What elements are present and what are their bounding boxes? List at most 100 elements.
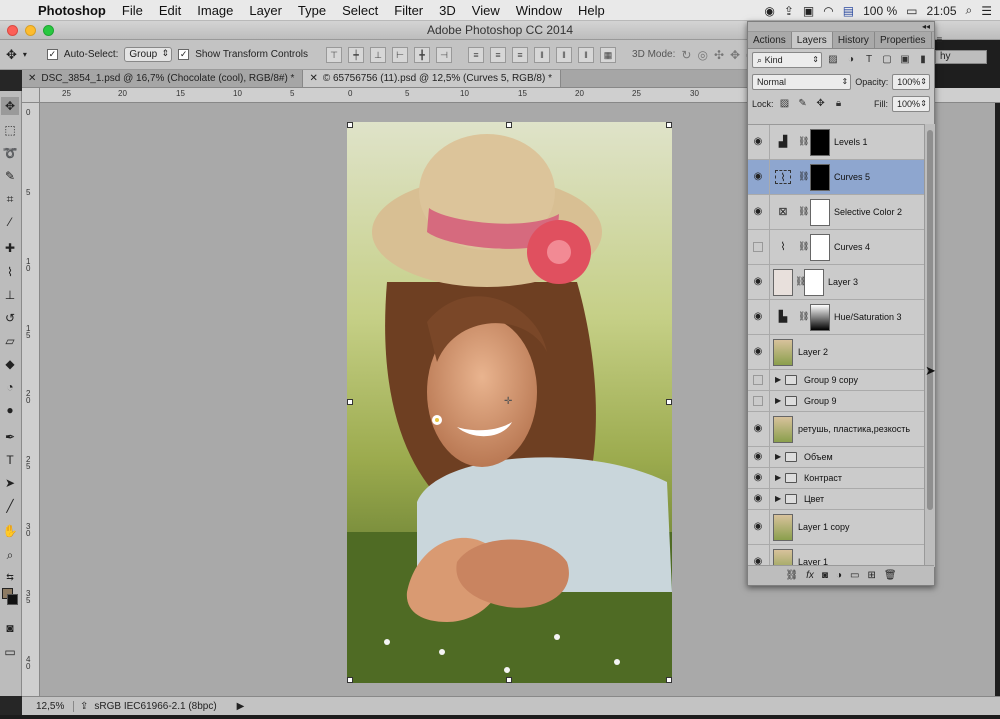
auto-select-dropdown[interactable]: Group xyxy=(124,47,173,62)
zoom-level[interactable]: 12,5% xyxy=(22,700,74,712)
tab-actions[interactable]: Actions xyxy=(748,32,792,48)
visibility-eye-icon[interactable]: ◉ xyxy=(751,276,765,288)
menu-file[interactable]: File xyxy=(114,3,151,18)
scrollbar-thumb[interactable] xyxy=(927,130,933,510)
align-left-icon[interactable]: ⊢ xyxy=(392,46,409,63)
move-tool-icon[interactable]: ✥ xyxy=(1,97,19,115)
new-layer-icon[interactable]: ⊞ xyxy=(867,570,875,581)
visibility-toggle-empty[interactable] xyxy=(753,242,763,252)
layer-row[interactable]: ◉ Layer 1 copy xyxy=(748,510,924,545)
close-icon[interactable]: ✕ xyxy=(309,73,317,84)
align-vertical-center-icon[interactable]: ┿ xyxy=(348,46,365,63)
clock[interactable]: 21:05 xyxy=(926,4,956,18)
fill-field[interactable]: 100% xyxy=(892,96,930,112)
layer-row[interactable]: ◉ ▟ ⛓ Levels 1 xyxy=(748,125,924,160)
layer-thumbnail[interactable] xyxy=(773,416,793,443)
visibility-eye-icon[interactable]: ◉ xyxy=(751,171,765,183)
menu-edit[interactable]: Edit xyxy=(151,3,189,18)
opacity-field[interactable]: 100% xyxy=(892,74,930,90)
align-horizontal-center-icon[interactable]: ╋ xyxy=(414,46,431,63)
layer-thumbnail[interactable] xyxy=(773,514,793,541)
layer-mask-thumbnail[interactable] xyxy=(810,234,830,261)
transform-handle[interactable] xyxy=(347,677,353,683)
hand-tool-icon[interactable]: ✋ xyxy=(1,522,19,540)
filter-adjustment-icon[interactable]: ◑ xyxy=(844,53,858,67)
transform-handle[interactable] xyxy=(666,677,672,683)
menu-filter[interactable]: Filter xyxy=(386,3,431,18)
close-icon[interactable]: ✕ xyxy=(28,73,36,84)
visibility-eye-icon[interactable]: ◉ xyxy=(751,311,765,323)
layer-thumbnail[interactable] xyxy=(773,269,793,296)
tab-history[interactable]: History xyxy=(833,32,875,48)
transform-center-icon[interactable]: ✛ xyxy=(504,397,514,407)
visibility-eye-icon[interactable]: ◉ xyxy=(751,136,765,148)
filter-shape-icon[interactable]: ▢ xyxy=(880,53,894,67)
path-selection-tool-icon[interactable]: ➤ xyxy=(1,474,19,492)
tab-layers[interactable]: Layers xyxy=(791,32,833,48)
collapse-icon[interactable]: ◂◂ xyxy=(922,22,930,31)
visibility-eye-icon[interactable]: ◉ xyxy=(751,206,765,218)
move-tool-preset-icon[interactable]: ✥ xyxy=(6,47,17,63)
expand-arrow-icon[interactable]: ▶ xyxy=(775,473,781,482)
zoom-tool-icon[interactable]: ⌕ xyxy=(1,546,19,564)
menu-type[interactable]: Type xyxy=(290,3,334,18)
distribute-bottom-icon[interactable]: ≡ xyxy=(512,46,529,63)
align-top-icon[interactable]: ⊤ xyxy=(326,46,343,63)
3d-roll-icon[interactable]: ◎ xyxy=(697,48,707,62)
transform-handle[interactable] xyxy=(347,122,353,128)
share-icon[interactable]: ⇪ xyxy=(784,4,794,18)
flag-icon[interactable]: ▤ xyxy=(843,4,854,18)
new-adjustment-layer-icon[interactable]: ◑ xyxy=(836,570,842,581)
transform-handle[interactable] xyxy=(347,399,353,405)
layer-group-row[interactable]: ◉ ▶ Цвет xyxy=(748,489,924,510)
delete-layer-icon[interactable]: 🗑︎ xyxy=(884,570,897,581)
layer-row[interactable]: ◉ ▙ ⛓ Hue/Saturation 3 xyxy=(748,300,924,335)
menu-select[interactable]: Select xyxy=(334,3,386,18)
menu-image[interactable]: Image xyxy=(189,3,241,18)
menu-3d[interactable]: 3D xyxy=(431,3,464,18)
new-group-icon[interactable]: ▭ xyxy=(850,570,859,581)
status-menu-arrow-icon[interactable]: ▶ xyxy=(237,701,245,712)
auto-align-icon[interactable]: ▦ xyxy=(600,46,617,63)
transform-handle[interactable] xyxy=(666,399,672,405)
healing-brush-tool-icon[interactable]: ✚ xyxy=(1,239,19,257)
share-icon[interactable]: ⇪ xyxy=(80,701,88,712)
wifi-icon[interactable]: ◠ xyxy=(823,4,833,18)
transform-handle[interactable] xyxy=(506,677,512,683)
notification-center-icon[interactable]: ☰ xyxy=(981,4,992,18)
filter-type-icon[interactable]: T xyxy=(862,53,876,67)
kind-filter-dropdown[interactable]: ⌕ Kind xyxy=(752,52,822,68)
screen-mode-icon[interactable]: ▭ xyxy=(1,643,19,661)
visibility-eye-icon[interactable]: ◉ xyxy=(751,493,765,505)
expand-arrow-icon[interactable]: ▶ xyxy=(775,375,781,384)
crop-tool-icon[interactable]: ⌗ xyxy=(1,190,19,208)
layer-row[interactable]: ◉ ретушь, пластика,резкость xyxy=(748,412,924,447)
layer-mask-thumbnail[interactable] xyxy=(810,164,830,191)
quick-mask-icon[interactable]: ◙ xyxy=(1,619,19,637)
menu-window[interactable]: Window xyxy=(508,3,570,18)
screen-icon[interactable]: ▣ xyxy=(803,4,814,18)
lasso-tool-icon[interactable]: ➰ xyxy=(1,144,19,162)
vertical-ruler[interactable]: 0 5 1 0 1 5 2 0 2 5 3 0 3 5 4 0 xyxy=(22,103,40,696)
swap-colors-icon[interactable]: ⇆ xyxy=(1,568,19,586)
chevron-down-icon[interactable]: ▾ xyxy=(23,50,27,59)
align-right-icon[interactable]: ⊣ xyxy=(436,46,453,63)
menu-app-name[interactable]: Photoshop xyxy=(30,3,114,18)
document-tab-active[interactable]: ✕ © 65756756 (11).psd @ 12,5% (Curves 5, … xyxy=(303,70,561,87)
menu-view[interactable]: View xyxy=(464,3,508,18)
3d-slide-icon[interactable]: ✥ xyxy=(730,48,740,62)
panel-menu-icon[interactable]: ≡ xyxy=(932,32,948,48)
brush-tool-icon[interactable]: ⌇ xyxy=(1,263,19,281)
lock-transparency-icon[interactable]: ▨ xyxy=(778,97,792,111)
filter-pixel-icon[interactable]: ▨ xyxy=(826,53,840,67)
clone-stamp-tool-icon[interactable]: ⊥ xyxy=(1,286,19,304)
transform-handle[interactable] xyxy=(506,122,512,128)
3d-rotate-icon[interactable]: ↻ xyxy=(681,48,691,62)
workspace-dropdown[interactable]: hy xyxy=(935,50,987,64)
creative-cloud-icon[interactable]: ◉ xyxy=(764,4,774,18)
blur-tool-icon[interactable]: ◔ xyxy=(1,378,19,396)
link-layers-icon[interactable]: ⛓ xyxy=(785,570,798,581)
blend-mode-dropdown[interactable]: Normal xyxy=(752,74,852,90)
layer-thumbnail[interactable] xyxy=(773,339,793,366)
battery-icon[interactable]: ▭ xyxy=(906,4,917,18)
